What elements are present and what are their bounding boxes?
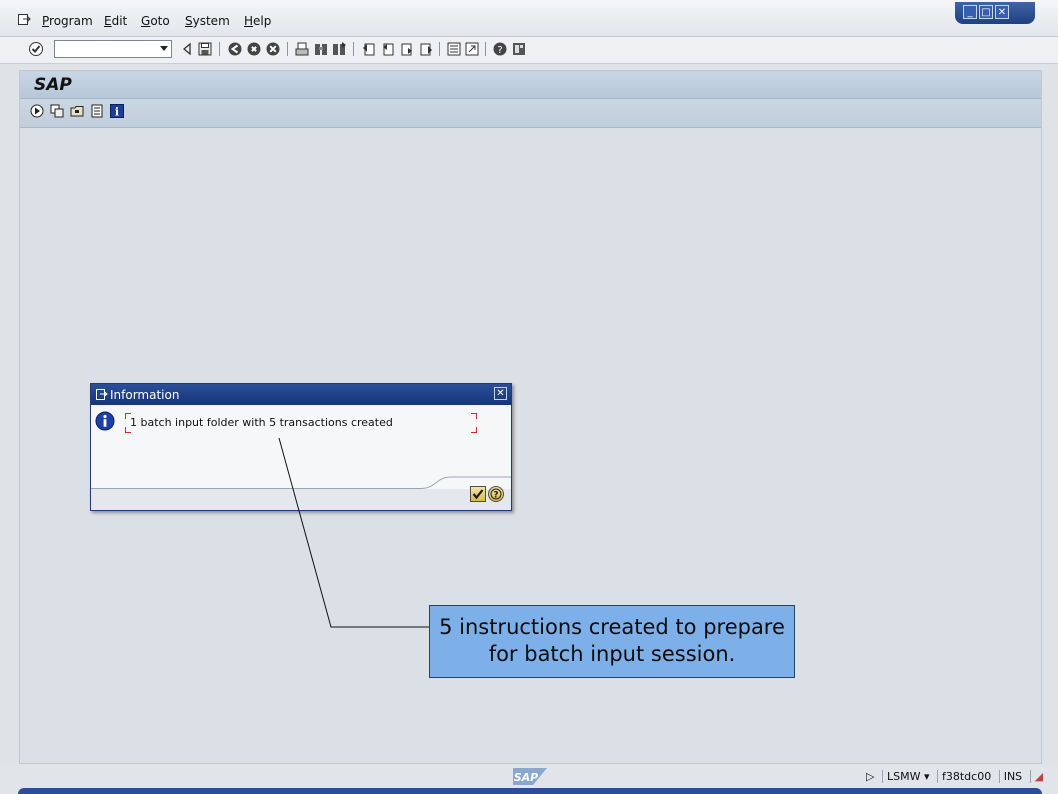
menu-program[interactable]: Program: [42, 14, 93, 28]
system-info: ▷ LSMW ▾ f38tdc00 INS ◢: [862, 770, 1047, 783]
transaction-code[interactable]: LSMW ▾: [881, 770, 934, 783]
svg-text:i: i: [115, 106, 119, 119]
dialog-footer-divider: [91, 476, 511, 489]
last-page-icon[interactable]: [418, 41, 434, 57]
application-toolbar: i: [20, 99, 1041, 128]
close-icon[interactable]: ✕: [995, 5, 1009, 19]
svg-text:?: ?: [493, 491, 498, 501]
shortcut-icon[interactable]: [464, 41, 480, 57]
menu-bar: Program Edit Goto System Help _ □ ✕: [0, 0, 1058, 37]
minimize-icon[interactable]: _: [963, 5, 977, 19]
create-session-icon[interactable]: [446, 41, 462, 57]
layout-menu-icon[interactable]: [511, 41, 527, 57]
svg-text:?: ?: [497, 45, 502, 56]
document-list-icon[interactable]: [90, 104, 104, 118]
callout-line-1: 5 instructions created to prepare: [439, 615, 785, 639]
information-icon: [95, 411, 115, 431]
command-field[interactable]: [54, 40, 172, 58]
back-arrow-icon[interactable]: [180, 41, 196, 57]
sap-logo: SAP: [513, 768, 547, 785]
chevron-down-icon[interactable]: [160, 46, 168, 51]
input-mode[interactable]: INS: [998, 770, 1026, 783]
dialog-title: Information: [110, 388, 180, 402]
find-icon[interactable]: [313, 41, 329, 57]
page-title: SAP: [34, 75, 72, 95]
menu-help[interactable]: Help: [244, 14, 271, 28]
cancel-icon[interactable]: [265, 41, 281, 57]
command-input[interactable]: [57, 42, 157, 56]
window-bottom-border: [18, 788, 1042, 794]
dialog-message: 1 batch input folder with 5 transactions…: [130, 416, 393, 429]
dialog-close-icon[interactable]: ✕: [494, 387, 507, 400]
info-icon[interactable]: i: [110, 104, 124, 119]
dialog-title-bar: Information ✕: [91, 384, 511, 405]
information-dialog: Information ✕ 1 batch input folder with …: [90, 383, 512, 511]
next-page-icon[interactable]: [399, 41, 415, 57]
first-page-icon[interactable]: [361, 41, 377, 57]
status-expand-icon[interactable]: ▷: [862, 770, 878, 783]
callout-line-2: for batch input session.: [488, 642, 736, 666]
callout-box: 5 instructions created to prepare for ba…: [429, 605, 795, 678]
back-icon[interactable]: [227, 41, 243, 57]
standard-toolbar: ?: [0, 37, 1058, 64]
copy-icon[interactable]: [50, 104, 64, 118]
menu-system[interactable]: System: [185, 14, 230, 28]
checkmark-icon: [472, 489, 484, 500]
lock-icon: ◢: [1029, 770, 1047, 783]
save-icon[interactable]: [197, 41, 213, 57]
previous-page-icon[interactable]: [380, 41, 396, 57]
enter-check-icon[interactable]: [28, 41, 44, 57]
folder-icon[interactable]: [70, 104, 84, 118]
window-controls: _ □ ✕: [955, 2, 1035, 24]
svg-text:SAP: SAP: [514, 771, 539, 784]
dialog-menu-icon[interactable]: [96, 389, 108, 400]
question-icon: ?: [490, 488, 502, 501]
find-next-icon[interactable]: [331, 41, 347, 57]
help-button[interactable]: ?: [488, 486, 504, 502]
screen-title-bar: SAP: [20, 71, 1041, 99]
continue-button[interactable]: [470, 486, 486, 502]
menu-arrow-icon[interactable]: [18, 14, 31, 25]
exit-icon[interactable]: [246, 41, 262, 57]
menu-goto[interactable]: Goto: [141, 14, 170, 28]
help-icon[interactable]: ?: [492, 41, 508, 57]
execute-icon[interactable]: [30, 104, 44, 118]
server-name: f38tdc00: [936, 770, 995, 783]
maximize-icon[interactable]: □: [979, 5, 993, 19]
menu-edit[interactable]: Edit: [104, 14, 127, 28]
print-icon[interactable]: [294, 41, 310, 57]
